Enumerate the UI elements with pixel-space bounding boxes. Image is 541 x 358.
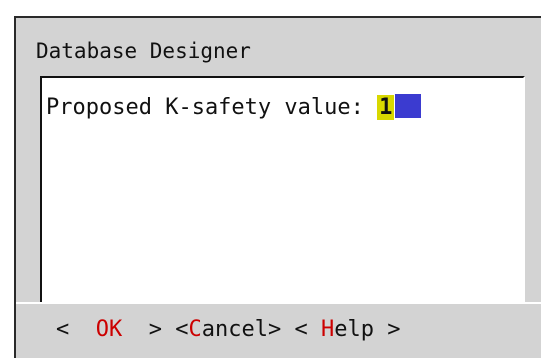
help-button[interactable]: < Help > <box>294 317 400 342</box>
dialog-title: Database Designer <box>36 39 251 63</box>
button-bar: < OK > <Cancel> < Help > <box>56 316 400 344</box>
text-cursor <box>395 94 422 118</box>
ok-button-label: OK <box>95 317 123 342</box>
ok-button[interactable]: < OK > <box>56 317 162 342</box>
k-safety-prompt: Proposed K-safety value: 1 <box>46 94 422 122</box>
help-button-label: elp <box>334 317 374 342</box>
cancel-button-hotkey: C <box>188 317 202 342</box>
cancel-button-open: < <box>175 317 189 342</box>
database-designer-dialog: Database Designer Proposed K-safety valu… <box>14 16 541 358</box>
k-safety-value[interactable]: 1 <box>377 95 395 120</box>
cancel-button-close: > <box>267 317 282 342</box>
ok-button-open: < <box>56 317 70 342</box>
help-button-hotkey: H <box>320 317 335 342</box>
button-separator <box>16 302 541 304</box>
ok-button-close: > <box>148 317 162 342</box>
terminal-screen: Database Designer Proposed K-safety valu… <box>0 0 541 358</box>
help-button-close: > <box>387 317 401 342</box>
k-safety-input-box[interactable]: Proposed K-safety value: 1 <box>40 76 525 304</box>
cancel-button[interactable]: <Cancel> <box>175 317 281 342</box>
k-safety-label: Proposed K-safety value: <box>46 95 364 120</box>
help-button-open: < <box>294 317 308 342</box>
cancel-button-label: ancel <box>201 317 268 342</box>
